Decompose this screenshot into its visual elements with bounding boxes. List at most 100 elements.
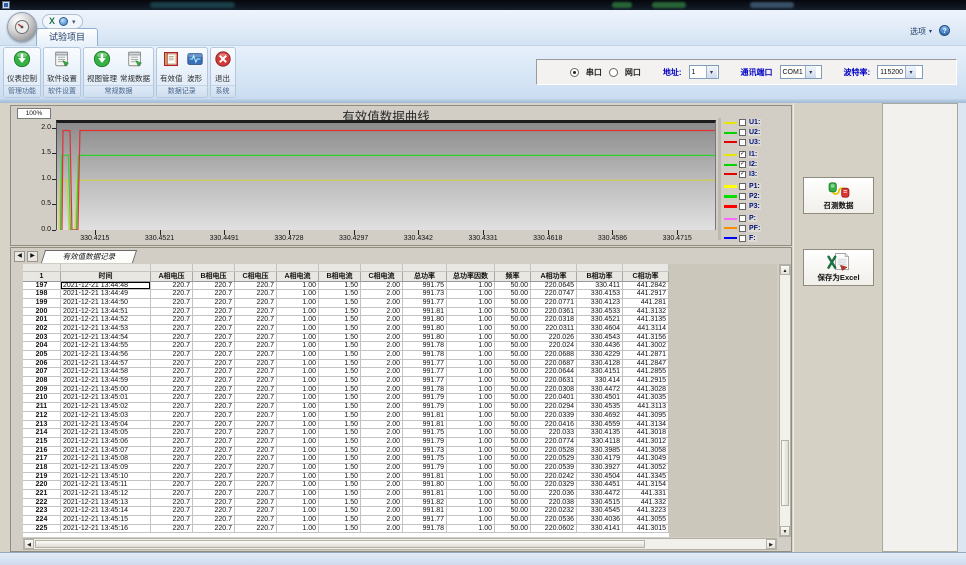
data-cell[interactable]: 220.7 <box>151 473 193 482</box>
ribbon-button-常规数据[interactable]: 常规数据 <box>120 50 150 84</box>
save-as-excel-button[interactable]: 保存为Excel <box>803 249 874 286</box>
scroll-left-icon[interactable]: ◀ <box>24 539 34 549</box>
data-cell[interactable]: 991.80 <box>403 334 447 343</box>
data-cell[interactable]: 330.4141 <box>577 525 623 534</box>
data-cell[interactable]: 330.4472 <box>577 386 623 395</box>
network-radio[interactable] <box>609 67 618 76</box>
legend-checkbox[interactable]: ✓ <box>739 151 746 158</box>
data-cell[interactable]: 441.2915 <box>623 377 669 386</box>
data-cell[interactable]: 220.7 <box>151 377 193 386</box>
fetch-data-button[interactable]: 召测数据 <box>803 177 874 214</box>
data-cell[interactable]: 1.00 <box>277 290 319 299</box>
data-cell[interactable]: 220.7 <box>151 412 193 421</box>
row-number-cell[interactable]: 223 <box>23 507 61 516</box>
ribbon-button-仪表控制[interactable]: 仪表控制 <box>7 50 37 84</box>
data-cell[interactable]: 220.7 <box>151 499 193 508</box>
data-cell[interactable]: 2.00 <box>361 282 403 291</box>
data-cell[interactable]: 220.7 <box>151 342 193 351</box>
data-cell[interactable]: 220.026 <box>531 334 577 343</box>
data-cell[interactable]: 220.7 <box>151 403 193 412</box>
data-cell[interactable]: 991.81 <box>403 308 447 317</box>
data-cell[interactable]: 1.50 <box>319 386 361 395</box>
data-cell[interactable]: 1.00 <box>277 403 319 412</box>
data-cell[interactable]: 220.7 <box>193 403 235 412</box>
data-cell[interactable]: 220.033 <box>531 429 577 438</box>
data-cell[interactable]: 220.7 <box>235 299 277 308</box>
row-number-cell[interactable]: 204 <box>23 342 61 351</box>
data-cell[interactable]: 2.00 <box>361 455 403 464</box>
vertical-scrollbar[interactable]: ▲ ▼ <box>779 264 791 537</box>
data-cell[interactable]: 220.7 <box>193 351 235 360</box>
legend-checkbox[interactable] <box>739 139 746 146</box>
data-cell[interactable]: 1.00 <box>447 377 495 386</box>
data-cell[interactable]: 1.50 <box>319 316 361 325</box>
data-cell[interactable]: 1.00 <box>277 499 319 508</box>
column-header-时间[interactable]: 时间 <box>61 272 151 282</box>
legend-checkbox[interactable] <box>739 235 746 242</box>
data-cell[interactable]: 50.00 <box>495 429 531 438</box>
data-cell[interactable]: 1.00 <box>447 308 495 317</box>
sheet-tab-next-button[interactable]: ▶ <box>27 251 38 262</box>
data-cell[interactable]: 50.00 <box>495 499 531 508</box>
data-cell[interactable]: 220.7 <box>235 290 277 299</box>
data-cell[interactable]: 50.00 <box>495 507 531 516</box>
data-cell[interactable]: 1.00 <box>277 351 319 360</box>
data-cell[interactable]: 1.00 <box>447 421 495 430</box>
data-cell[interactable]: 1.50 <box>319 455 361 464</box>
data-cell[interactable]: 991.80 <box>403 316 447 325</box>
data-cell[interactable]: 220.0645 <box>531 282 577 291</box>
data-cell[interactable]: 2021-12-21 13:45:06 <box>61 438 151 447</box>
data-cell[interactable]: 220.0232 <box>531 507 577 516</box>
data-cell[interactable]: 1.50 <box>319 368 361 377</box>
data-cell[interactable]: 991.77 <box>403 516 447 525</box>
data-cell[interactable]: 330.4472 <box>577 490 623 499</box>
data-cell[interactable]: 50.00 <box>495 351 531 360</box>
data-cell[interactable]: 1.50 <box>319 464 361 473</box>
data-cell[interactable]: 50.00 <box>495 403 531 412</box>
data-cell[interactable]: 441.3135 <box>623 316 669 325</box>
data-cell[interactable]: 220.0528 <box>531 447 577 456</box>
data-cell[interactable]: 991.73 <box>403 447 447 456</box>
data-cell[interactable]: 1.50 <box>319 342 361 351</box>
row-number-cell[interactable]: 214 <box>23 429 61 438</box>
data-cell[interactable]: 2021-12-21 13:44:55 <box>61 342 151 351</box>
data-cell[interactable]: 50.00 <box>495 490 531 499</box>
data-cell[interactable]: 50.00 <box>495 325 531 334</box>
data-cell[interactable]: 50.00 <box>495 377 531 386</box>
data-cell[interactable]: 1.00 <box>277 377 319 386</box>
column-header-总功率因数[interactable]: 总功率因数 <box>447 272 495 282</box>
data-cell[interactable]: 330.414 <box>577 377 623 386</box>
data-cell[interactable]: 1.00 <box>447 325 495 334</box>
help-icon[interactable]: ? <box>939 25 950 36</box>
horizontal-scroll-thumb[interactable] <box>35 540 645 548</box>
data-cell[interactable]: 2.00 <box>361 308 403 317</box>
data-cell[interactable]: 220.7 <box>235 325 277 334</box>
data-cell[interactable]: 220.7 <box>235 421 277 430</box>
excel-quick-icon[interactable]: X <box>49 15 55 28</box>
data-cell[interactable]: 220.0688 <box>531 351 577 360</box>
data-cell[interactable]: 330.4179 <box>577 455 623 464</box>
data-cell[interactable]: 991.81 <box>403 473 447 482</box>
data-cell[interactable]: 220.7 <box>151 316 193 325</box>
data-cell[interactable]: 220.7 <box>151 490 193 499</box>
data-cell[interactable]: 1.00 <box>277 447 319 456</box>
data-cell[interactable]: 441.3156 <box>623 334 669 343</box>
data-cell[interactable]: 50.00 <box>495 525 531 534</box>
data-cell[interactable]: 330.4128 <box>577 360 623 369</box>
data-cell[interactable]: 220.7 <box>193 507 235 516</box>
data-cell[interactable]: 441.332 <box>623 499 669 508</box>
row-number-cell[interactable]: 203 <box>23 334 61 343</box>
data-cell[interactable]: 2.00 <box>361 394 403 403</box>
data-cell[interactable]: 50.00 <box>495 386 531 395</box>
data-cell[interactable]: 330.4229 <box>577 351 623 360</box>
data-cell[interactable]: 441.3132 <box>623 308 669 317</box>
data-cell[interactable]: 330.4535 <box>577 403 623 412</box>
data-cell[interactable]: 1.50 <box>319 490 361 499</box>
data-cell[interactable]: 441.3035 <box>623 394 669 403</box>
ribbon-button-有效值[interactable]: 有效值 <box>160 50 183 84</box>
data-cell[interactable]: 441.2917 <box>623 290 669 299</box>
data-cell[interactable]: 220.7 <box>193 429 235 438</box>
row-number-cell[interactable]: 207 <box>23 368 61 377</box>
data-cell[interactable]: 50.00 <box>495 368 531 377</box>
data-cell[interactable]: 1.00 <box>277 490 319 499</box>
